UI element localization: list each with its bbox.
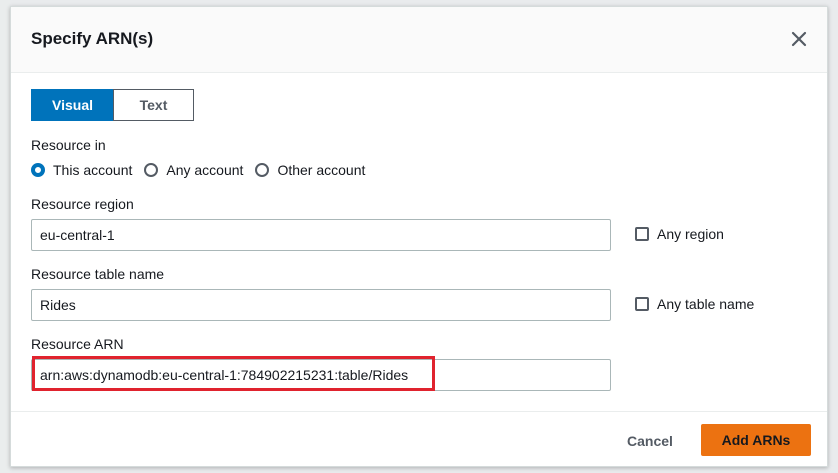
- page-backdrop: [0, 0, 10, 473]
- resource-table-name-label: Resource table name: [31, 266, 165, 282]
- checkbox-label: Any table name: [657, 296, 755, 312]
- resource-in-radio-group: This account Any account Other account: [31, 162, 377, 178]
- resource-arn-input[interactable]: arn:aws:dynamodb:eu-central-1:7849022152…: [31, 359, 611, 391]
- radio-unchecked-icon: [144, 163, 159, 177]
- radio-checked-icon: [31, 163, 45, 177]
- radio-other-account[interactable]: Other account: [255, 162, 365, 178]
- specify-arn-modal: Specify ARN(s) Visual Text Resource in T…: [10, 6, 828, 467]
- radio-this-account[interactable]: This account: [31, 162, 132, 178]
- any-region-checkbox[interactable]: Any region: [635, 226, 724, 242]
- add-arns-button[interactable]: Add ARNs: [701, 424, 811, 456]
- modal-header: Specify ARN(s): [11, 7, 827, 73]
- editor-mode-toggle: Visual Text: [31, 89, 194, 121]
- cancel-button[interactable]: Cancel: [627, 425, 673, 457]
- resource-region-label: Resource region: [31, 196, 134, 212]
- resource-arn-label: Resource ARN: [31, 336, 124, 352]
- checkbox-icon: [635, 227, 649, 241]
- resource-region-input[interactable]: eu-central-1: [31, 219, 611, 251]
- radio-label: Other account: [277, 162, 366, 178]
- checkbox-icon: [635, 297, 649, 311]
- any-table-name-checkbox[interactable]: Any table name: [635, 296, 754, 312]
- tab-text[interactable]: Text: [113, 89, 194, 121]
- close-icon[interactable]: [789, 29, 809, 49]
- radio-label: This account: [53, 162, 133, 178]
- tab-visual[interactable]: Visual: [31, 89, 114, 121]
- resource-table-name-input[interactable]: Rides: [31, 289, 611, 321]
- checkbox-label: Any region: [657, 226, 724, 242]
- radio-any-account[interactable]: Any account: [144, 162, 243, 178]
- radio-unchecked-icon: [255, 163, 270, 177]
- modal-title: Specify ARN(s): [31, 29, 154, 48]
- radio-label: Any account: [166, 162, 244, 178]
- resource-in-label: Resource in: [31, 137, 106, 153]
